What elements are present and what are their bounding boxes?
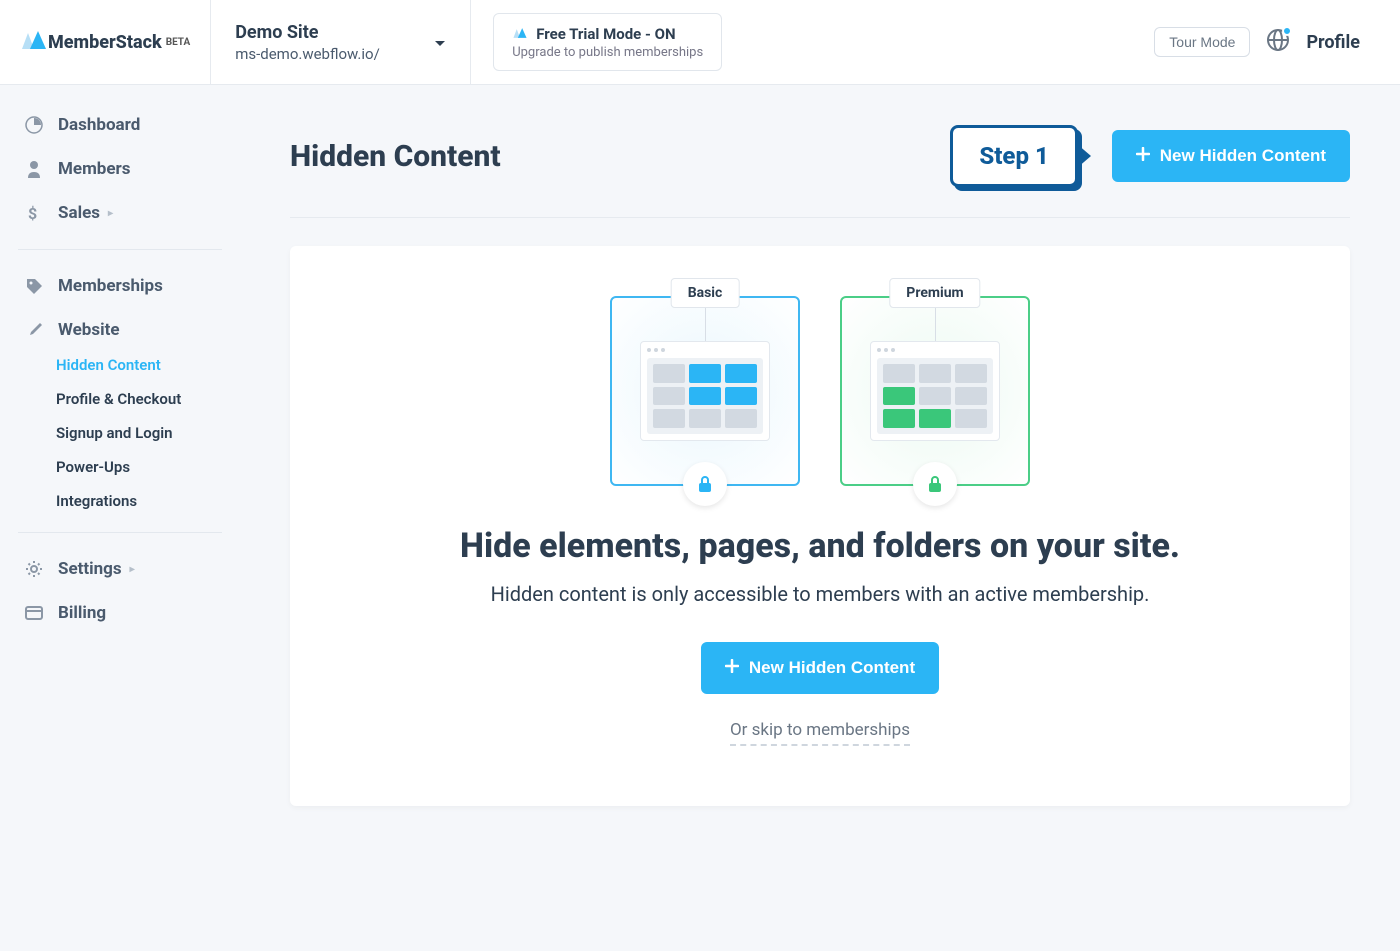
sidebar-item-label: Sales <box>58 203 100 223</box>
sidebar-item-label: Members <box>58 159 131 179</box>
tier-label-premium: Premium <box>889 278 980 308</box>
button-label: New Hidden Content <box>749 658 915 678</box>
notification-dot <box>1282 26 1292 36</box>
empty-state-card: Basic <box>290 246 1350 806</box>
tour-mode-button[interactable]: Tour Mode <box>1154 27 1250 57</box>
sidebar-item-label: Website <box>58 320 120 340</box>
lock-icon <box>683 462 727 506</box>
plus-icon <box>725 658 739 678</box>
trial-subtitle: Upgrade to publish memberships <box>512 45 703 60</box>
site-switcher[interactable]: Demo Site ms-demo.webflow.io/ <box>211 0 471 84</box>
new-hidden-content-button[interactable]: New Hidden Content <box>1112 130 1350 182</box>
nav-divider <box>18 249 222 250</box>
brush-icon <box>20 321 48 339</box>
skip-to-memberships-link[interactable]: Or skip to memberships <box>730 720 910 746</box>
chevron-down-icon <box>434 33 446 52</box>
sales-icon: $ <box>20 204 48 222</box>
sidebar-item-dashboard[interactable]: Dashboard <box>10 103 230 147</box>
lock-icon <box>913 462 957 506</box>
logo[interactable]: MemberStack BETA <box>0 0 211 84</box>
members-icon <box>20 160 48 178</box>
step-badge: Step 1 <box>950 125 1077 187</box>
sidebar-item-members[interactable]: Members <box>10 147 230 191</box>
sidebar-item-label: Memberships <box>58 276 163 296</box>
sidebar-item-settings[interactable]: Settings <box>10 547 230 591</box>
card-icon <box>20 606 48 620</box>
subnav-power-ups[interactable]: Power-Ups <box>56 450 230 484</box>
svg-text:$: $ <box>28 204 37 222</box>
sidebar-item-sales[interactable]: $ Sales <box>10 191 230 235</box>
tier-premium-illustration: Premium <box>840 296 1030 486</box>
beta-badge: BETA <box>166 37 191 48</box>
card-subtitle: Hidden content is only accessible to mem… <box>320 582 1320 606</box>
sidebar-item-label: Dashboard <box>58 115 140 135</box>
subnav-integrations[interactable]: Integrations <box>56 484 230 518</box>
logo-mini-icon <box>512 24 528 43</box>
new-hidden-content-button-card[interactable]: New Hidden Content <box>701 642 939 694</box>
tag-icon <box>20 277 48 295</box>
page-title: Hidden Content <box>290 139 501 174</box>
button-label: New Hidden Content <box>1160 146 1326 166</box>
sidebar-item-label: Billing <box>58 603 106 623</box>
plus-icon <box>1136 146 1150 166</box>
tier-basic-illustration: Basic <box>610 296 800 486</box>
nav-divider <box>18 532 222 533</box>
sidebar-item-label: Settings <box>58 559 122 579</box>
dashboard-icon <box>20 116 48 134</box>
sidebar-item-memberships[interactable]: Memberships <box>10 264 230 308</box>
profile-link[interactable]: Profile <box>1306 32 1360 53</box>
notifications-button[interactable] <box>1266 28 1290 56</box>
site-name: Demo Site <box>235 22 380 43</box>
gear-icon <box>20 560 48 578</box>
trial-title: Free Trial Mode - ON <box>536 25 675 43</box>
sidebar-item-website[interactable]: Website <box>10 308 230 352</box>
tier-label-basic: Basic <box>671 278 740 308</box>
logo-text: MemberStack <box>48 32 162 53</box>
trial-mode-pill[interactable]: Free Trial Mode - ON Upgrade to publish … <box>493 13 722 71</box>
subnav-hidden-content[interactable]: Hidden Content <box>56 348 230 382</box>
logo-icon <box>20 29 48 55</box>
sidebar: Dashboard Members $ Sales Memberships We… <box>0 85 240 951</box>
card-title: Hide elements, pages, and folders on you… <box>320 526 1320 566</box>
sidebar-item-billing[interactable]: Billing <box>10 591 230 635</box>
site-url: ms-demo.webflow.io/ <box>235 45 380 63</box>
subnav-profile-checkout[interactable]: Profile & Checkout <box>56 382 230 416</box>
subnav-signup-login[interactable]: Signup and Login <box>56 416 230 450</box>
